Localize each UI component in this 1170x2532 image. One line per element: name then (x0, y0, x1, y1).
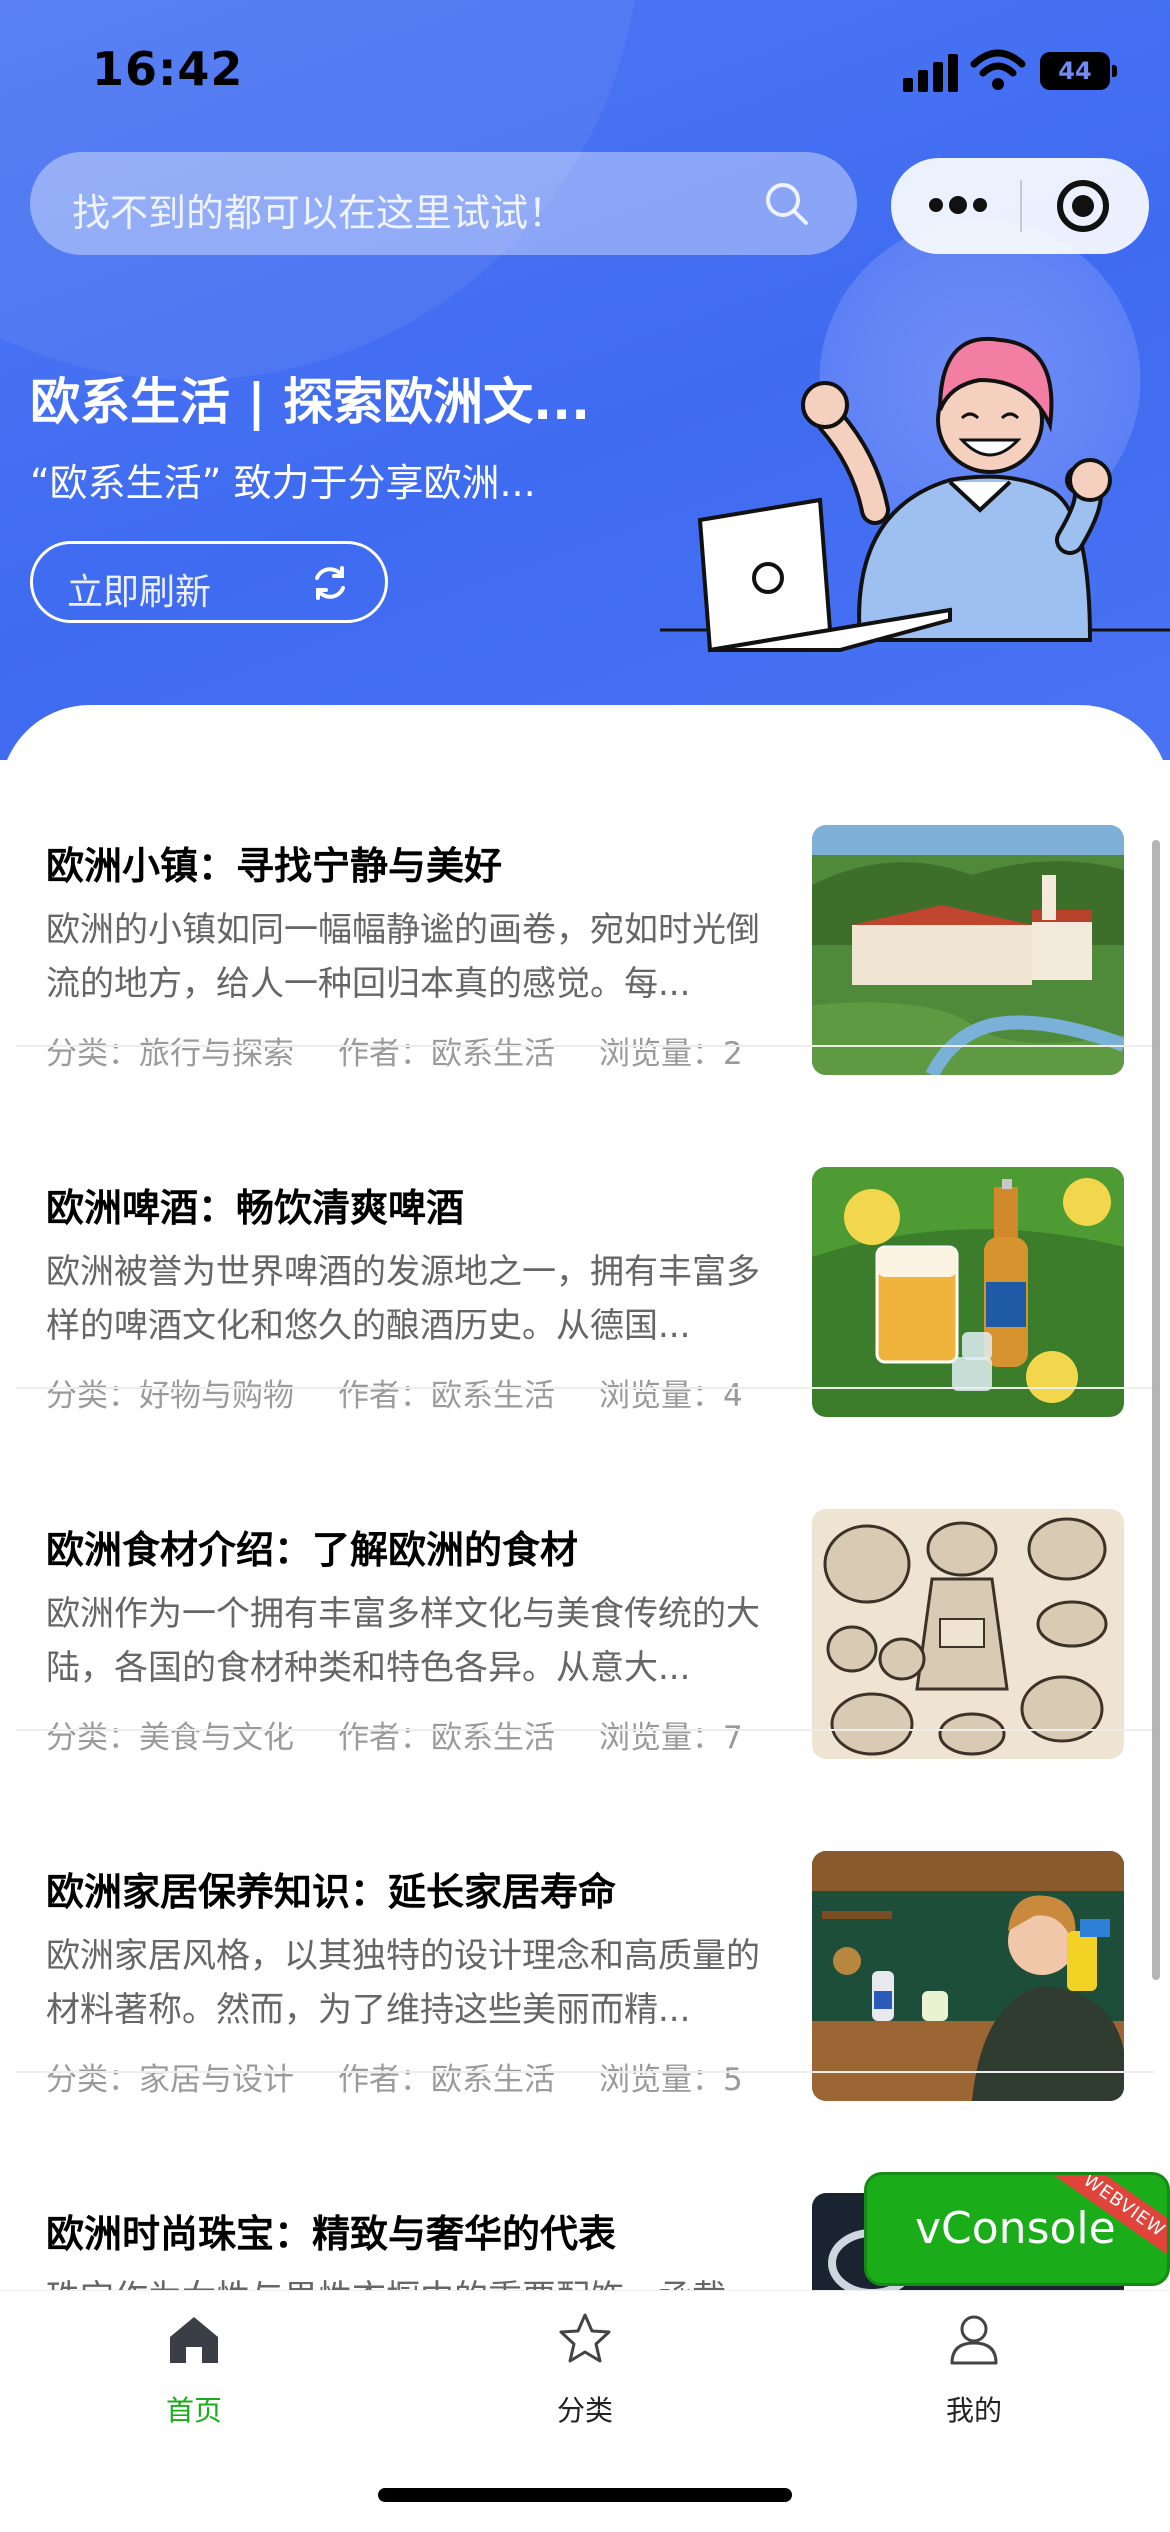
tab-home[interactable]: 首页 (94, 2311, 294, 2441)
tab-profile[interactable]: 我的 (874, 2311, 1074, 2441)
status-time: 16:42 (92, 42, 244, 96)
home-icon (170, 2317, 218, 2363)
article-title: 欧洲食材介绍：了解欧洲的食材 (46, 1528, 579, 1572)
article-card[interactable]: 欧洲食材介绍：了解欧洲的食材 欧洲作为一个拥有丰富多样文化与美食传统的大陆，各国… (0, 1389, 1170, 1759)
tab-profile-label: 我的 (945, 2394, 1002, 2427)
capsule-divider (1020, 180, 1022, 232)
article-summary: 欧洲的小镇如同一幅幅静谧的画卷，宛如时光倒流的地方，给人一种回归本真的感觉。每.… (46, 910, 760, 1004)
miniprogram-capsule (891, 158, 1149, 254)
wifi-icon (970, 49, 1026, 90)
tab-category-label: 分类 (556, 2394, 613, 2427)
article-summary: 欧洲被誉为世界啤酒的发源地之一，拥有丰富多样的啤酒文化和悠久的酿酒历史。从德国.… (46, 1252, 760, 1346)
close-miniprogram-icon[interactable] (1057, 180, 1109, 232)
article-title: 欧洲家居保养知识：延长家居寿命 (46, 1870, 617, 1914)
scrollbar[interactable] (1152, 840, 1160, 1980)
hero-header: 16:42 44 找不到的都可以在这里试试！ 欧系生活 | 探索欧洲文... “… (0, 0, 1170, 760)
home-indicator (378, 2488, 792, 2502)
search-icon[interactable] (763, 180, 809, 226)
tab-category[interactable]: 分类 (485, 2311, 685, 2441)
search-placeholder: 找不到的都可以在这里试试！ (72, 191, 567, 235)
article-card[interactable]: 欧洲家居保养知识：延长家居寿命 欧洲家居风格，以其独特的设计理念和高质量的材料著… (0, 1731, 1170, 2101)
tab-home-label: 首页 (165, 2394, 222, 2427)
hero-illustration (660, 336, 1170, 653)
article-list: 欧洲小镇：寻找宁静与美好 欧洲的小镇如同一幅幅静谧的画卷，宛如时光倒流的地方，给… (0, 705, 1170, 2425)
article-thumbnail (812, 1851, 1124, 2101)
article-card[interactable]: 欧洲小镇：寻找宁静与美好 欧洲的小镇如同一幅幅静谧的画卷，宛如时光倒流的地方，给… (0, 705, 1170, 1075)
article-title: 欧洲时尚珠宝：精致与奢华的代表 (46, 2212, 617, 2256)
vconsole-label: vConsole (915, 2203, 1116, 2254)
cellular-signal-icon (903, 52, 959, 92)
article-summary: 欧洲作为一个拥有丰富多样文化与美食传统的大陆，各国的食材种类和特色各异。从意大.… (46, 1594, 760, 1688)
more-icon[interactable] (929, 186, 989, 226)
refresh-label: 立即刷新 (67, 572, 212, 613)
search-bar[interactable]: 找不到的都可以在这里试试！ (30, 152, 857, 255)
vconsole-button[interactable]: vConsole WEBVIEW (864, 2172, 1170, 2286)
user-icon (950, 2315, 998, 2365)
refresh-icon (315, 566, 345, 600)
hero-title: 欧系生活 | 探索欧洲文... (30, 373, 591, 431)
article-title: 欧洲啤酒：畅饮清爽啤酒 (46, 1186, 465, 1230)
article-thumbnail (812, 1167, 1124, 1417)
refresh-button[interactable]: 立即刷新 (30, 541, 388, 623)
hero-subtitle: “欧系生活” 致力于分享欧洲... (30, 461, 536, 505)
status-bar: 16:42 44 (0, 0, 1170, 150)
battery-icon: 44 (1040, 52, 1117, 90)
article-summary: 欧洲家居风格，以其独特的设计理念和高质量的材料著称。然而，为了维持这些美丽而精.… (46, 1936, 760, 2030)
article-card[interactable]: 欧洲啤酒：畅饮清爽啤酒 欧洲被誉为世界啤酒的发源地之一，拥有丰富多样的啤酒文化和… (0, 1047, 1170, 1417)
article-thumbnail (812, 1509, 1124, 1759)
star-icon (559, 2313, 611, 2363)
article-thumbnail (812, 825, 1124, 1075)
article-title: 欧洲小镇：寻找宁静与美好 (46, 844, 503, 888)
